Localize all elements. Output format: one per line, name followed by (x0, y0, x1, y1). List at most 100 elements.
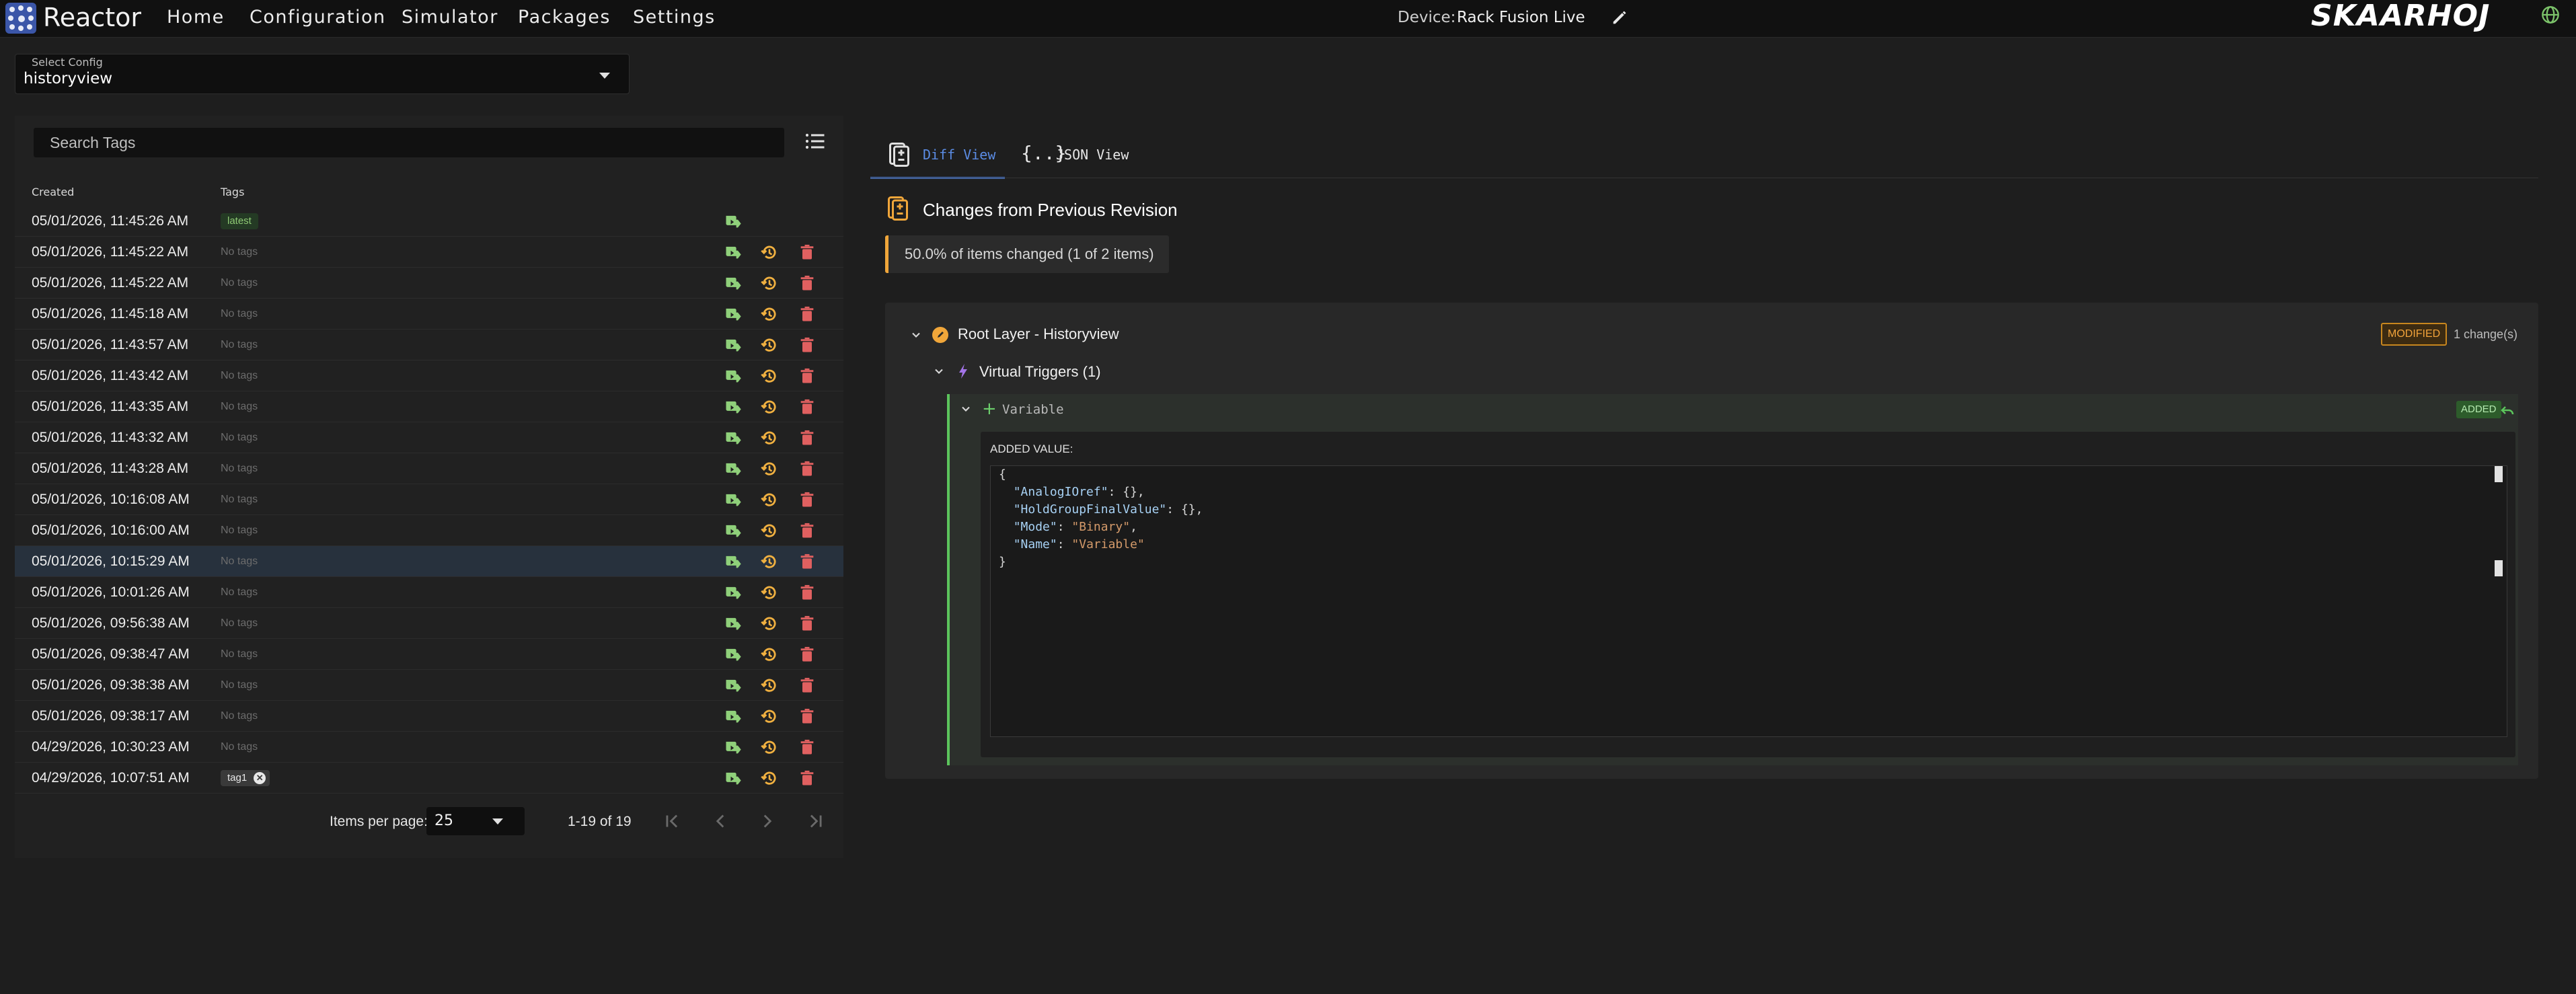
load-revision-icon[interactable] (724, 614, 743, 633)
restore-revision-icon[interactable] (760, 428, 779, 447)
history-row[interactable]: 05/01/2026, 11:45:26 AM latest (15, 206, 843, 237)
code-editor[interactable]: { "AnalogIOref": {}, "HoldGroupFinalValu… (990, 465, 2507, 737)
caret-down-icon[interactable] (492, 818, 503, 825)
pencil-icon[interactable] (1610, 8, 1629, 27)
history-row[interactable]: 05/01/2026, 11:43:32 AM No tags (15, 422, 843, 453)
history-row[interactable]: 05/01/2026, 09:56:38 AM No tags (15, 608, 843, 639)
delete-revision-icon[interactable] (798, 521, 817, 540)
restore-revision-icon[interactable] (760, 738, 779, 757)
revert-icon[interactable] (2499, 402, 2515, 418)
restore-revision-icon[interactable] (760, 583, 779, 602)
restore-revision-icon[interactable] (760, 490, 779, 509)
reactor-logo-icon[interactable] (5, 3, 36, 34)
load-revision-icon[interactable] (724, 243, 743, 262)
search-tags[interactable] (34, 128, 784, 157)
nav-packages[interactable]: Packages (518, 4, 611, 31)
nav-simulator[interactable]: Simulator (402, 4, 498, 31)
history-row[interactable]: 05/01/2026, 09:38:47 AM No tags (15, 639, 843, 670)
search-tags-input[interactable] (34, 128, 784, 157)
delete-revision-icon[interactable] (798, 614, 817, 633)
restore-revision-icon[interactable] (760, 614, 779, 633)
delete-revision-icon[interactable] (798, 583, 817, 602)
delete-revision-icon[interactable] (798, 645, 817, 664)
history-row[interactable]: 05/01/2026, 11:45:22 AM No tags (15, 268, 843, 299)
delete-revision-icon[interactable] (798, 274, 817, 293)
delete-revision-icon[interactable] (798, 336, 817, 354)
app-brand[interactable]: Reactor (43, 1, 141, 34)
restore-revision-icon[interactable] (760, 521, 779, 540)
load-revision-icon[interactable] (724, 397, 743, 416)
items-per-page-select[interactable]: 25 (426, 807, 525, 835)
tag-chip[interactable]: tag1 ✕ (221, 770, 270, 786)
chevron-down-icon[interactable] (959, 402, 973, 416)
restore-revision-icon[interactable] (760, 676, 779, 695)
virtual-triggers-title[interactable]: Virtual Triggers (1) (979, 360, 1101, 383)
delete-revision-icon[interactable] (798, 738, 817, 757)
load-revision-icon[interactable] (724, 305, 743, 323)
remove-tag-icon[interactable]: ✕ (254, 772, 266, 784)
history-row[interactable]: 05/01/2026, 10:16:00 AM No tags (15, 515, 843, 546)
restore-revision-icon[interactable] (760, 707, 779, 726)
last-page-icon[interactable] (804, 810, 827, 833)
history-row[interactable]: 05/01/2026, 11:43:28 AM No tags (15, 453, 843, 484)
delete-revision-icon[interactable] (798, 243, 817, 262)
history-row[interactable]: 04/29/2026, 10:07:51 AM tag1 ✕ (15, 763, 843, 794)
history-row[interactable]: 05/01/2026, 10:16:08 AM No tags (15, 484, 843, 515)
delete-revision-icon[interactable] (798, 676, 817, 695)
globe-icon[interactable] (2541, 5, 2560, 24)
nav-configuration[interactable]: Configuration (250, 4, 386, 31)
history-row[interactable]: 05/01/2026, 11:43:35 AM No tags (15, 391, 843, 422)
restore-revision-icon[interactable] (760, 274, 779, 293)
delete-revision-icon[interactable] (798, 490, 817, 509)
restore-revision-icon[interactable] (760, 397, 779, 416)
load-revision-icon[interactable] (724, 212, 743, 231)
delete-revision-icon[interactable] (798, 707, 817, 726)
restore-revision-icon[interactable] (760, 645, 779, 664)
first-page-icon[interactable] (660, 810, 683, 833)
previous-page-icon[interactable] (709, 810, 732, 833)
restore-revision-icon[interactable] (760, 243, 779, 262)
load-revision-icon[interactable] (724, 769, 743, 788)
column-header-created[interactable]: Created (32, 186, 74, 198)
delete-revision-icon[interactable] (798, 552, 817, 571)
restore-revision-icon[interactable] (760, 367, 779, 385)
nav-home[interactable]: Home (167, 4, 225, 31)
load-revision-icon[interactable] (724, 738, 743, 757)
load-revision-icon[interactable] (724, 490, 743, 509)
caret-down-icon[interactable] (599, 73, 610, 79)
root-layer-title[interactable]: Root Layer - Historyview (958, 323, 1119, 346)
scrollbar-marker[interactable] (2495, 560, 2503, 576)
delete-revision-icon[interactable] (798, 769, 817, 788)
load-revision-icon[interactable] (724, 583, 743, 602)
load-revision-icon[interactable] (724, 274, 743, 293)
chevron-down-icon[interactable] (932, 365, 946, 378)
history-row[interactable]: 05/01/2026, 10:15:29 AM No tags (15, 546, 843, 577)
delete-revision-icon[interactable] (798, 367, 817, 385)
restore-revision-icon[interactable] (760, 336, 779, 354)
load-revision-icon[interactable] (724, 428, 743, 447)
restore-revision-icon[interactable] (760, 459, 779, 478)
restore-revision-icon[interactable] (760, 769, 779, 788)
history-row[interactable]: 04/29/2026, 10:30:23 AM No tags (15, 732, 843, 763)
load-revision-icon[interactable] (724, 645, 743, 664)
load-revision-icon[interactable] (724, 552, 743, 571)
tab-diff-view[interactable]: Diff View (870, 132, 1005, 179)
list-view-icon[interactable] (803, 129, 827, 153)
history-row[interactable]: 05/01/2026, 11:43:57 AM No tags (15, 330, 843, 360)
item-name[interactable]: Variable (1002, 399, 1064, 420)
load-revision-icon[interactable] (724, 367, 743, 385)
delete-revision-icon[interactable] (798, 459, 817, 478)
history-row[interactable]: 05/01/2026, 09:38:38 AM No tags (15, 670, 843, 701)
load-revision-icon[interactable] (724, 707, 743, 726)
scrollbar-marker[interactable] (2495, 466, 2503, 482)
load-revision-icon[interactable] (724, 336, 743, 354)
restore-revision-icon[interactable] (760, 552, 779, 571)
delete-revision-icon[interactable] (798, 305, 817, 323)
load-revision-icon[interactable] (724, 521, 743, 540)
history-row[interactable]: 05/01/2026, 11:43:42 AM No tags (15, 360, 843, 391)
delete-revision-icon[interactable] (798, 428, 817, 447)
chevron-down-icon[interactable] (909, 328, 923, 342)
history-row[interactable]: 05/01/2026, 09:38:17 AM No tags (15, 701, 843, 732)
column-header-tags[interactable]: Tags (221, 186, 244, 198)
load-revision-icon[interactable] (724, 459, 743, 478)
